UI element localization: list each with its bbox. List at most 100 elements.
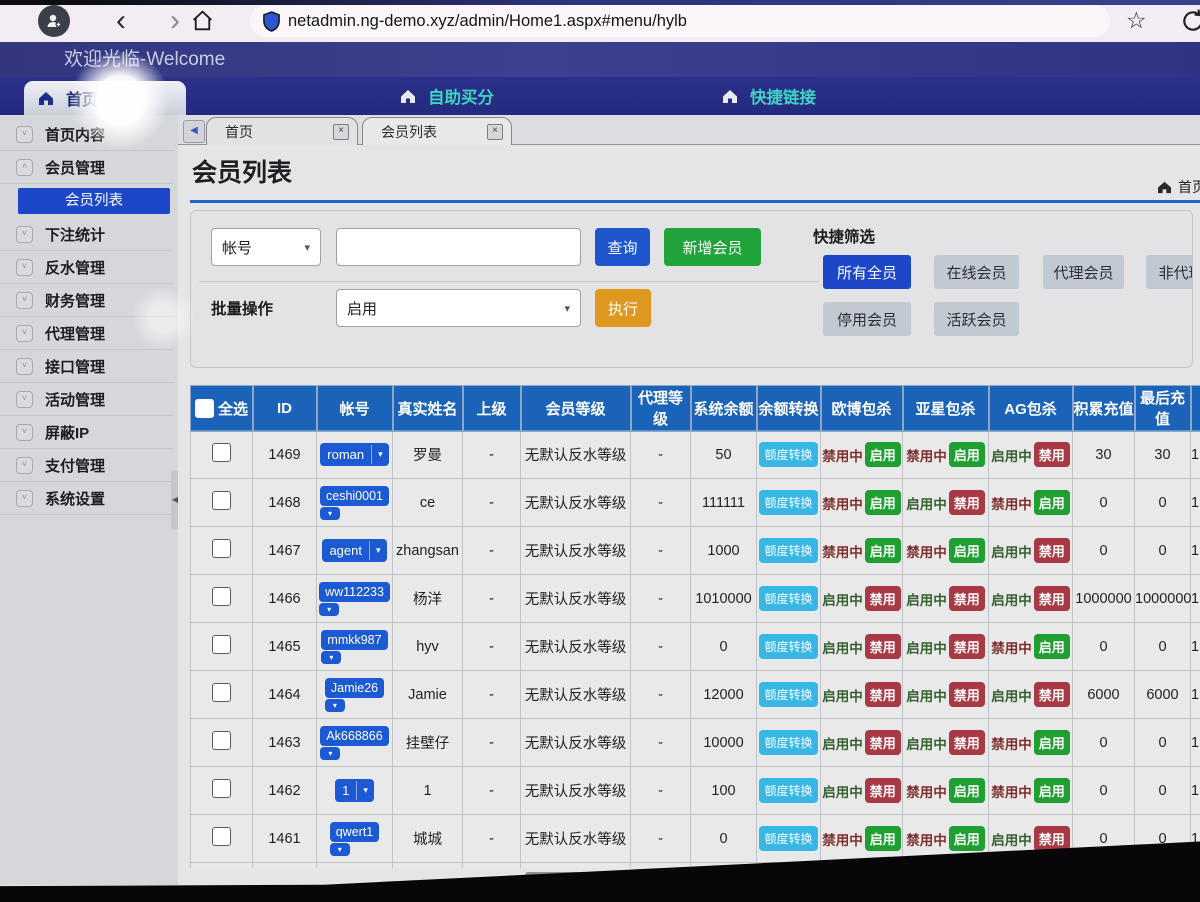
row-checkbox[interactable] (212, 683, 231, 702)
account-badge[interactable]: ceshi0001▾ (320, 486, 389, 520)
transfer-button[interactable]: 额度转换 (759, 826, 817, 851)
transfer-button[interactable]: 额度转换 (759, 490, 817, 515)
disable-button[interactable]: 禁用 (949, 730, 985, 755)
profile-avatar-icon[interactable] (38, 5, 70, 37)
execute-button[interactable]: 执行 (595, 289, 651, 327)
page-tab-home[interactable]: 首页 × (206, 117, 358, 145)
search-input[interactable] (336, 228, 581, 266)
enable-button[interactable]: 启用 (865, 538, 901, 563)
row-checkbox[interactable] (212, 443, 231, 462)
nav-tab-self-buy[interactable]: 自助买分 (400, 77, 494, 115)
enable-button[interactable]: 启用 (949, 538, 985, 563)
disable-button[interactable]: 禁用 (865, 730, 901, 755)
refresh-icon[interactable] (1180, 8, 1200, 34)
transfer-button[interactable]: 额度转换 (759, 682, 817, 707)
row-checkbox[interactable] (212, 779, 231, 798)
transfer-button[interactable]: 额度转换 (759, 586, 817, 611)
row-checkbox[interactable] (212, 635, 231, 654)
select-all-checkbox[interactable] (195, 399, 214, 418)
account-dropdown-icon[interactable]: ▾ (321, 651, 341, 664)
disable-button[interactable]: 禁用 (865, 586, 901, 611)
back-button[interactable]: ‹ (116, 1, 126, 41)
sidebar-item-系统设置[interactable]: ˅系统设置 (0, 482, 174, 515)
enable-button[interactable]: 启用 (1034, 730, 1070, 755)
account-badge[interactable]: Jamie26▾ (325, 678, 384, 712)
account-dropdown-icon[interactable]: ▾ (320, 747, 340, 760)
disable-button[interactable]: 禁用 (949, 490, 985, 515)
account-dropdown-icon[interactable]: ▾ (369, 541, 387, 560)
sidebar-item-财务管理[interactable]: ˅财务管理 (0, 284, 174, 317)
tab-scroll-left-button[interactable]: ◀ (183, 120, 205, 143)
quick-filter-停用会员[interactable]: 停用会员 (823, 302, 911, 336)
enable-button[interactable]: 启用 (949, 778, 985, 803)
close-tab-icon[interactable]: × (487, 124, 503, 140)
account-dropdown-icon[interactable]: ▾ (371, 445, 389, 464)
disable-button[interactable]: 禁用 (1034, 538, 1070, 563)
nav-tab-quick-links[interactable]: 快捷链接 (722, 77, 816, 115)
sidebar-item-会员管理[interactable]: ˄会员管理 (0, 151, 174, 184)
enable-button[interactable]: 启用 (1034, 490, 1070, 515)
account-dropdown-icon[interactable]: ▾ (320, 507, 340, 520)
enable-button[interactable]: 启用 (865, 442, 901, 467)
enable-button[interactable]: 启用 (949, 826, 985, 851)
sidebar-item-支付管理[interactable]: ˅支付管理 (0, 449, 174, 482)
enable-button[interactable]: 启用 (1034, 634, 1070, 659)
close-tab-icon[interactable]: × (333, 124, 349, 140)
page-tab-member-list[interactable]: 会员列表 × (362, 117, 512, 145)
sidebar-item-屏蔽IP[interactable]: ˅屏蔽IP (0, 416, 174, 449)
transfer-button[interactable]: 额度转换 (759, 538, 817, 563)
disable-button[interactable]: 禁用 (1034, 682, 1070, 707)
enable-button[interactable]: 启用 (1034, 778, 1070, 803)
account-badge[interactable]: Ak668866▾ (320, 726, 388, 760)
transfer-button[interactable]: 额度转换 (759, 730, 817, 755)
account-badge[interactable]: mmkk987▾ (321, 630, 387, 664)
sidebar-item-下注统计[interactable]: ˅下注统计 (0, 218, 174, 251)
disable-button[interactable]: 禁用 (949, 586, 985, 611)
disable-button[interactable]: 禁用 (865, 634, 901, 659)
row-checkbox[interactable] (212, 587, 231, 606)
transfer-button[interactable]: 额度转换 (759, 442, 817, 467)
home-button[interactable] (190, 8, 215, 33)
sidebar-item-代理管理[interactable]: ˅代理管理 (0, 317, 174, 350)
add-member-button[interactable]: 新增会员 (664, 228, 761, 266)
account-badge[interactable]: ww112233▾ (319, 582, 390, 616)
search-field-select[interactable]: 帐号 ▾ (211, 228, 321, 266)
disable-button[interactable]: 禁用 (1034, 442, 1070, 467)
quick-filter-所有全员[interactable]: 所有全员 (823, 255, 911, 289)
sidebar-subitem-会员列表[interactable]: 会员列表 (18, 188, 170, 214)
bookmark-star-icon[interactable]: ☆ (1126, 7, 1147, 34)
account-dropdown-icon[interactable]: ▾ (356, 781, 374, 800)
transfer-button[interactable]: 额度转换 (759, 778, 817, 803)
row-checkbox[interactable] (212, 539, 231, 558)
row-checkbox[interactable] (212, 491, 231, 510)
account-dropdown-icon[interactable]: ▾ (319, 603, 339, 616)
security-shield-icon[interactable] (262, 11, 281, 32)
breadcrumb-label[interactable]: 首页 (1178, 177, 1200, 197)
quick-filter-非代理会员[interactable]: 非代理会员 (1146, 255, 1193, 289)
sidebar-item-活动管理[interactable]: ˅活动管理 (0, 383, 174, 416)
sidebar-item-首页内容[interactable]: ˅首页内容 (0, 118, 174, 151)
disable-button[interactable]: 禁用 (949, 682, 985, 707)
enable-button[interactable]: 启用 (949, 442, 985, 467)
account-badge[interactable]: qwert1▾ (330, 822, 380, 856)
account-badge[interactable]: 1▾ (335, 779, 374, 802)
row-checkbox[interactable] (212, 731, 231, 750)
url-text[interactable]: netadmin.ng-demo.xyz/admin/Home1.aspx#me… (288, 12, 687, 31)
disable-button[interactable]: 禁用 (1034, 586, 1070, 611)
account-dropdown-icon[interactable]: ▾ (325, 699, 345, 712)
query-button[interactable]: 查询 (595, 228, 650, 266)
row-checkbox[interactable] (212, 827, 231, 846)
forward-button[interactable]: › (170, 1, 180, 41)
batch-action-select[interactable]: 启用 ▾ (336, 289, 581, 327)
disable-button[interactable]: 禁用 (865, 778, 901, 803)
account-badge[interactable]: agent▾ (322, 539, 386, 562)
transfer-button[interactable]: 额度转换 (759, 634, 817, 659)
sidebar-item-接口管理[interactable]: ˅接口管理 (0, 350, 174, 383)
nav-tab-home[interactable]: 首页 (24, 81, 186, 115)
address-bar[interactable]: netadmin.ng-demo.xyz/admin/Home1.aspx#me… (250, 5, 1110, 37)
quick-filter-在线会员[interactable]: 在线会员 (934, 255, 1019, 289)
account-badge[interactable]: roman▾ (320, 443, 388, 466)
disable-button[interactable]: 禁用 (1034, 826, 1070, 851)
account-dropdown-icon[interactable]: ▾ (330, 843, 350, 856)
quick-filter-代理会员[interactable]: 代理会员 (1043, 255, 1124, 289)
